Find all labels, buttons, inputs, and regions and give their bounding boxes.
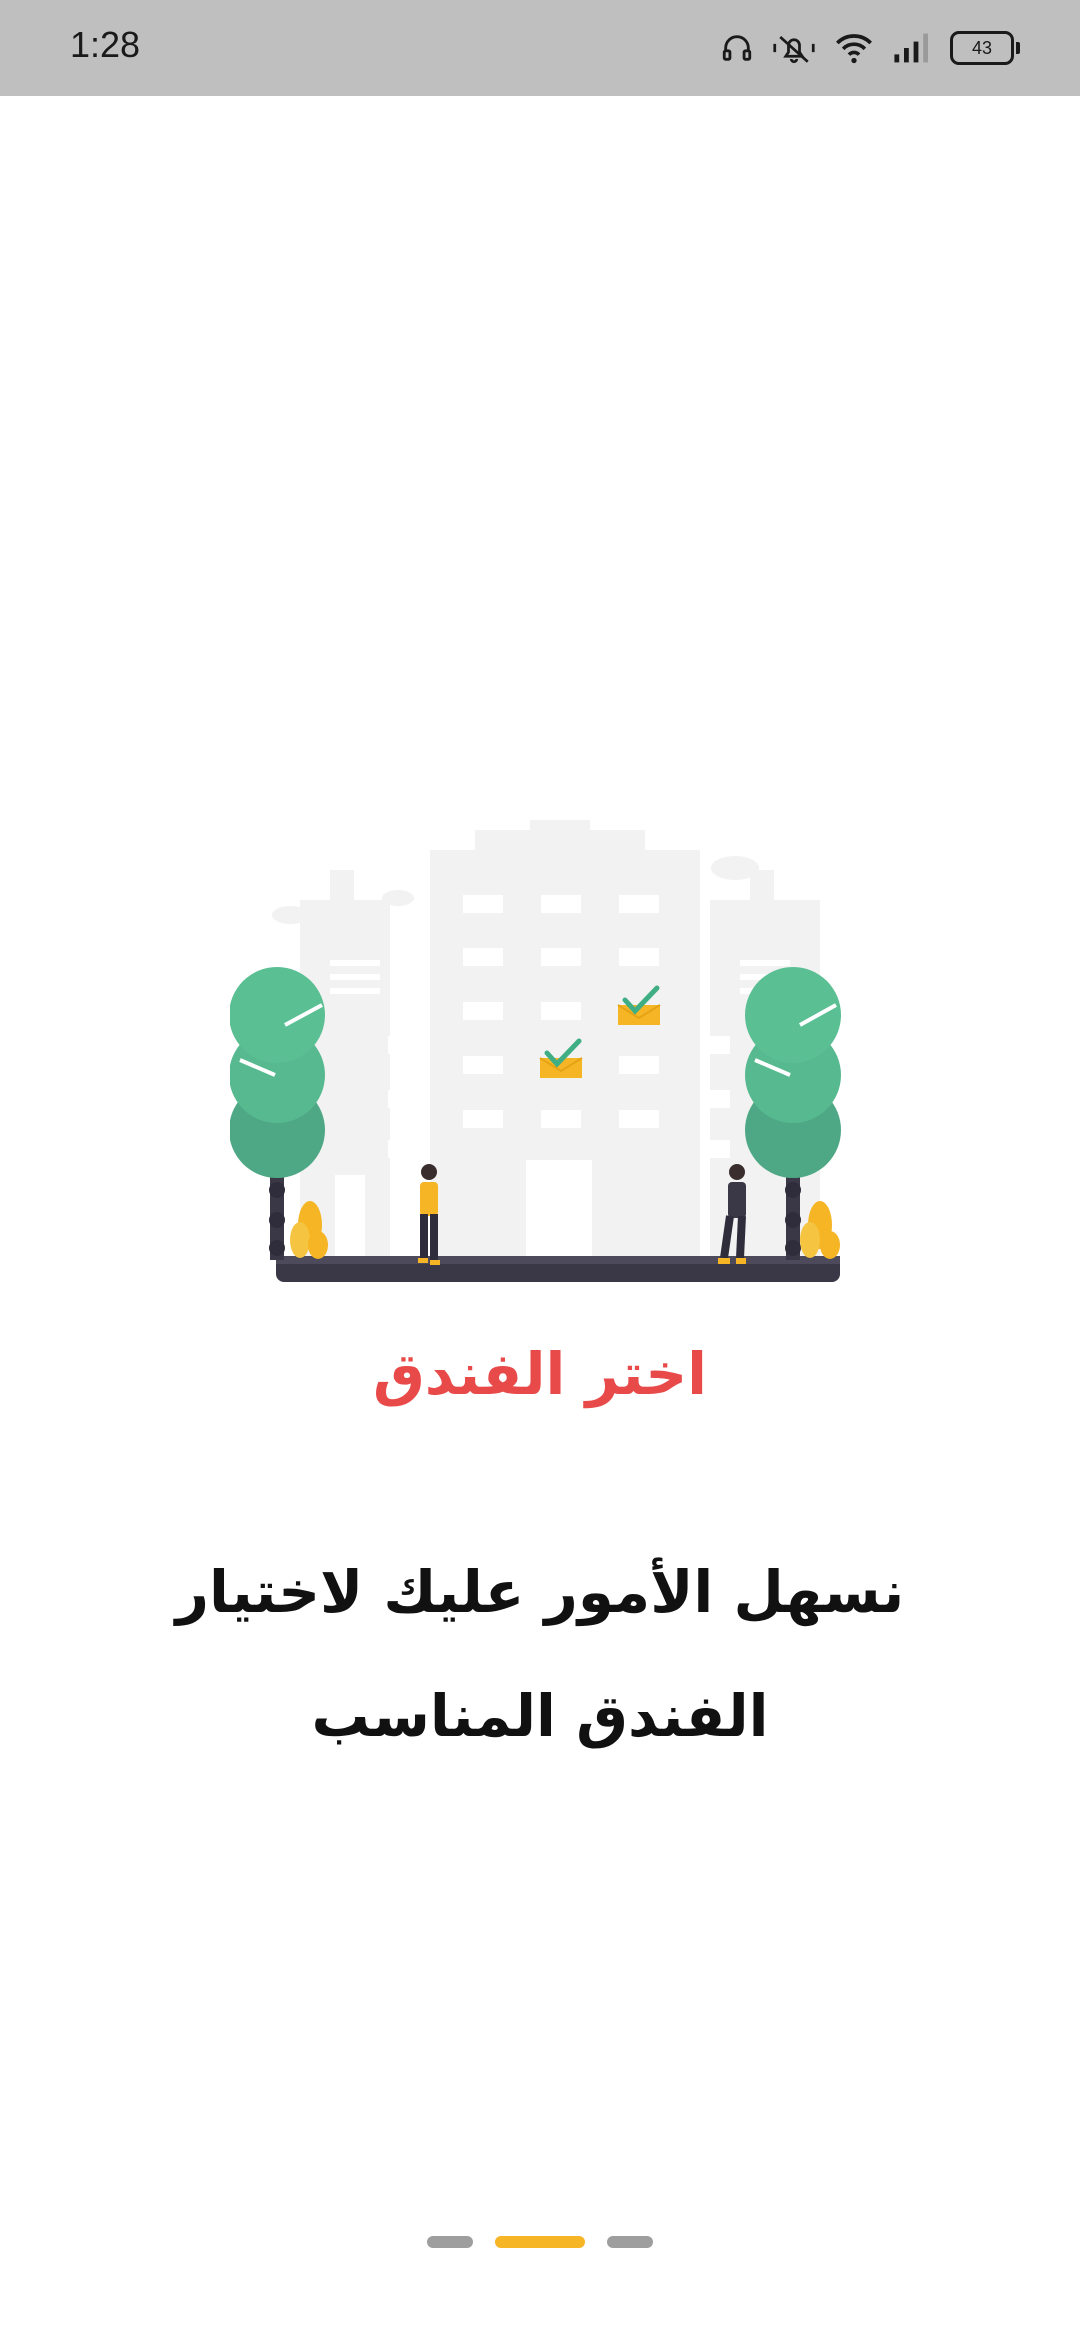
battery-icon: 43 bbox=[950, 31, 1020, 65]
status-icons: 43 bbox=[720, 28, 1020, 68]
hotel-illustration bbox=[230, 820, 841, 1282]
silent-bell-icon bbox=[772, 31, 816, 65]
page-dot-1[interactable] bbox=[427, 2236, 473, 2248]
onboarding-title: اختر الفندق bbox=[372, 1340, 708, 1408]
headphones-icon bbox=[720, 31, 754, 65]
person-left-icon bbox=[421, 1164, 437, 1180]
status-time: 1:28 bbox=[70, 24, 141, 65]
battery-level: 43 bbox=[971, 37, 993, 58]
onboarding-screen: 1:28 43 اختر الفندق نسهل الأمور عليك لاخ… bbox=[0, 0, 1080, 2340]
tree-left-icon bbox=[230, 967, 328, 1260]
page-dot-2[interactable] bbox=[495, 2236, 585, 2248]
status-bar: 1:28 43 bbox=[0, 0, 1080, 96]
signal-icon bbox=[892, 32, 932, 64]
wifi-icon bbox=[834, 31, 874, 65]
onboarding-subtitle: نسهل الأمور عليك لاختيار الفندق المناسب bbox=[175, 1558, 905, 1750]
person-left-body bbox=[418, 1182, 440, 1265]
page-indicator[interactable] bbox=[0, 2236, 1080, 2248]
page-dot-3[interactable] bbox=[607, 2236, 653, 2248]
person-right-icon bbox=[729, 1164, 745, 1180]
